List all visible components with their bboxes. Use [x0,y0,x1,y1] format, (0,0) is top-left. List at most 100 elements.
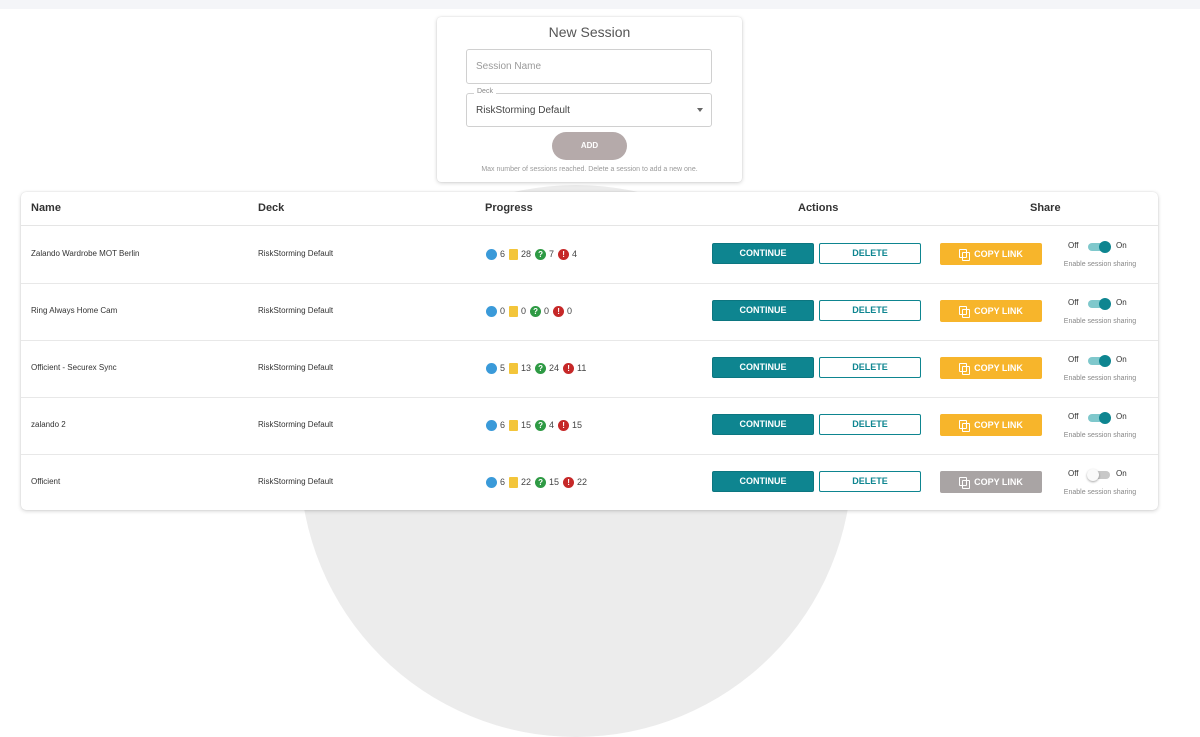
share-on-label: On [1116,412,1127,421]
progress-red-count: 0 [567,306,573,316]
progress-blue-count: 6 [500,420,506,430]
progress-green-count: 24 [549,363,560,373]
delete-button[interactable]: DELETE [819,471,921,492]
caret-down-icon [697,108,703,112]
session-name: Officient - Securex Sync [31,363,117,372]
progress-blue-count: 5 [500,363,506,373]
share-on-label: On [1116,241,1127,250]
copy-link-label: COPY LINK [974,363,1023,373]
question-icon: ? [530,305,542,317]
share-on-label: On [1116,469,1127,478]
question-icon: ? [535,419,547,431]
share-on-label: On [1116,355,1127,364]
copy-link-label: COPY LINK [974,420,1023,430]
deck-value: RiskStorming Default [476,105,570,116]
continue-button[interactable]: CONTINUE [712,471,814,492]
session-deck: RiskStorming Default [258,306,334,315]
delete-button[interactable]: DELETE [819,357,921,378]
share-caption: Enable session sharing [1063,375,1137,382]
copy-icon [959,477,971,489]
continue-button[interactable]: CONTINUE [712,243,814,264]
delete-button[interactable]: DELETE [819,300,921,321]
progress-red-count: 15 [572,420,583,430]
continue-button[interactable]: CONTINUE [712,357,814,378]
progress-red-count: 22 [577,477,588,487]
copy-link-label: COPY LINK [974,249,1023,259]
copy-link-button[interactable]: COPY LINK [940,243,1042,265]
progress-green-count: 0 [544,306,550,316]
exclamation-icon: ! [553,305,565,317]
progress-red-count: 11 [577,363,587,373]
share-on-label: On [1116,298,1127,307]
progress-green-count: 15 [549,477,560,487]
top-bar [0,0,1200,9]
copy-link-button[interactable]: COPY LINK [940,300,1042,322]
copy-icon [959,363,971,375]
share-control: Off On Enable session sharing [1057,469,1143,501]
delete-button[interactable]: DELETE [819,243,921,264]
share-caption: Enable session sharing [1063,318,1137,325]
progress-green-count: 4 [549,420,555,430]
table-row: Zalando Wardrobe MOT Berlin RiskStorming… [21,226,1158,283]
circle-icon [486,248,497,260]
progress-yellow-count: 0 [521,306,527,316]
max-sessions-hint: Max number of sessions reached. Delete a… [481,166,698,173]
share-toggle[interactable] [1087,469,1111,481]
table-row: Ring Always Home Cam RiskStorming Defaul… [21,283,1158,340]
exclamation-icon: ! [558,419,570,431]
progress-yellow-count: 13 [521,363,532,373]
continue-button[interactable]: CONTINUE [712,414,814,435]
copy-link-button[interactable]: COPY LINK [940,471,1042,493]
copy-icon [959,249,971,261]
add-session-button[interactable]: ADD [552,132,627,160]
copy-link-label: COPY LINK [974,477,1023,487]
continue-button[interactable]: CONTINUE [712,300,814,321]
copy-icon [959,420,971,432]
session-progress: 6 22 ? 15 ! 22 [486,476,591,488]
card-icon [509,305,519,317]
share-off-label: Off [1068,355,1079,364]
progress-yellow-count: 28 [521,249,532,259]
delete-button[interactable]: DELETE [819,414,921,435]
header-name: Name [31,202,61,214]
exclamation-icon: ! [563,476,575,488]
share-toggle[interactable] [1087,241,1111,253]
exclamation-icon: ! [558,248,570,260]
session-name: Officient [31,477,61,486]
session-name-input[interactable] [466,49,712,84]
session-progress: 0 0 ? 0 ! 0 [486,305,576,317]
session-progress: 6 28 ? 7 ! 4 [486,248,581,260]
copy-link-button[interactable]: COPY LINK [940,357,1042,379]
progress-green-count: 7 [549,249,555,259]
circle-icon [486,305,497,317]
deck-label: Deck [474,88,496,95]
session-progress: 5 13 ? 24 ! 11 [486,362,590,374]
session-progress: 6 15 ? 4 ! 15 [486,419,586,431]
share-off-label: Off [1068,469,1079,478]
header-share: Share [1030,202,1061,214]
share-off-label: Off [1068,241,1079,250]
copy-link-button[interactable]: COPY LINK [940,414,1042,436]
question-icon: ? [535,248,547,260]
deck-select[interactable]: Deck RiskStorming Default [466,88,712,127]
progress-red-count: 4 [572,249,578,259]
share-off-label: Off [1068,298,1079,307]
session-deck: RiskStorming Default [258,420,334,429]
session-name: Ring Always Home Cam [31,306,118,315]
session-deck: RiskStorming Default [258,477,334,486]
progress-blue-count: 6 [500,249,506,259]
header-actions: Actions [798,202,839,214]
table-row: Officient - Securex Sync RiskStorming De… [21,340,1158,397]
circle-icon [486,362,497,374]
share-control: Off On Enable session sharing [1057,241,1143,273]
circle-icon [486,419,497,431]
new-session-card: New Session Deck RiskStorming Default AD… [437,17,742,182]
card-icon [509,476,519,488]
share-toggle[interactable] [1087,355,1111,367]
share-off-label: Off [1068,412,1079,421]
share-toggle[interactable] [1087,412,1111,424]
session-name: zalando 2 [31,420,66,429]
table-row: Officient RiskStorming Default 6 22 ? 15 … [21,454,1158,511]
question-icon: ? [535,362,547,374]
share-toggle[interactable] [1087,298,1111,310]
